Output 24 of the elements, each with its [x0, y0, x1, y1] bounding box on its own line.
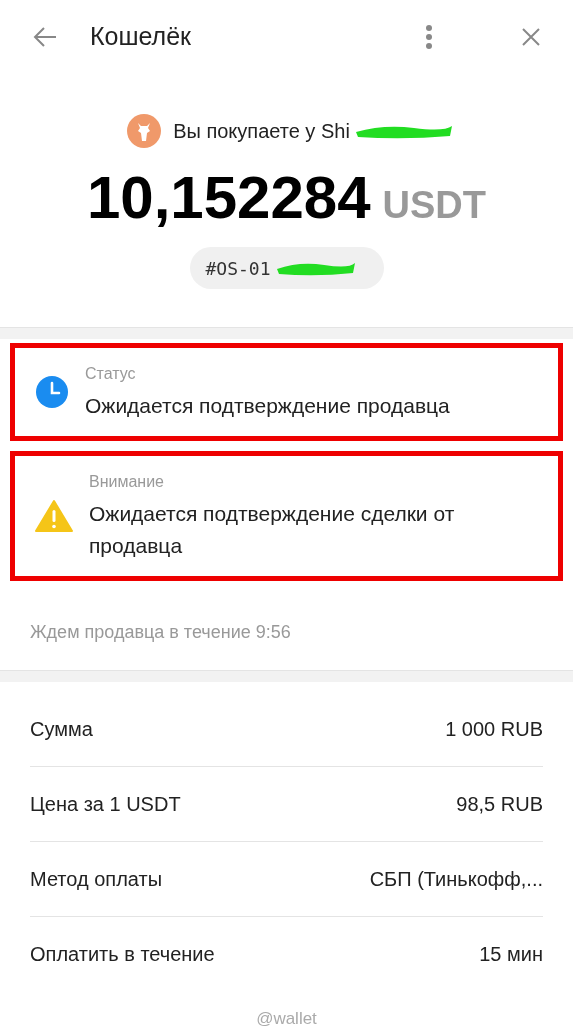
- giraffe-avatar-icon: [127, 114, 162, 149]
- amount: 10,152284: [86, 163, 371, 234]
- notice-text: Ожидается подтверждение сделки от продавца: [89, 500, 456, 559]
- order-id: #OS-01: [205, 254, 271, 282]
- detail-label: Метод оплаты: [30, 866, 163, 892]
- window-title: Кошелёк: [90, 21, 193, 53]
- detail-value: 98,5 RUB: [456, 791, 543, 817]
- notice-text: Ожидается подтверждение продавца: [85, 392, 450, 419]
- seller-text: Вы покупаете у Shi: [173, 116, 350, 147]
- warning-icon: [35, 498, 73, 533]
- notice-label: Внимание: [89, 471, 165, 492]
- detail-label: Цена за 1 USDT: [30, 791, 181, 817]
- detail-label: Сумма: [30, 716, 93, 742]
- more-icon[interactable]: [425, 24, 433, 51]
- detail-value: 1 000 RUB: [445, 716, 543, 742]
- close-icon[interactable]: [521, 27, 541, 48]
- timer-note: Ждем продавца в течение 9:56: [29, 620, 292, 644]
- detail-value: 15 мин: [479, 942, 543, 967]
- detail-value: СБП (Тинькофф,...: [369, 866, 543, 892]
- currency: USDT: [382, 183, 487, 229]
- footer-text: @wallet: [256, 1007, 317, 1030]
- detail-label: Оплатить в течение: [30, 942, 215, 967]
- clock-icon: [35, 374, 69, 409]
- notice-label: Статус: [85, 363, 137, 384]
